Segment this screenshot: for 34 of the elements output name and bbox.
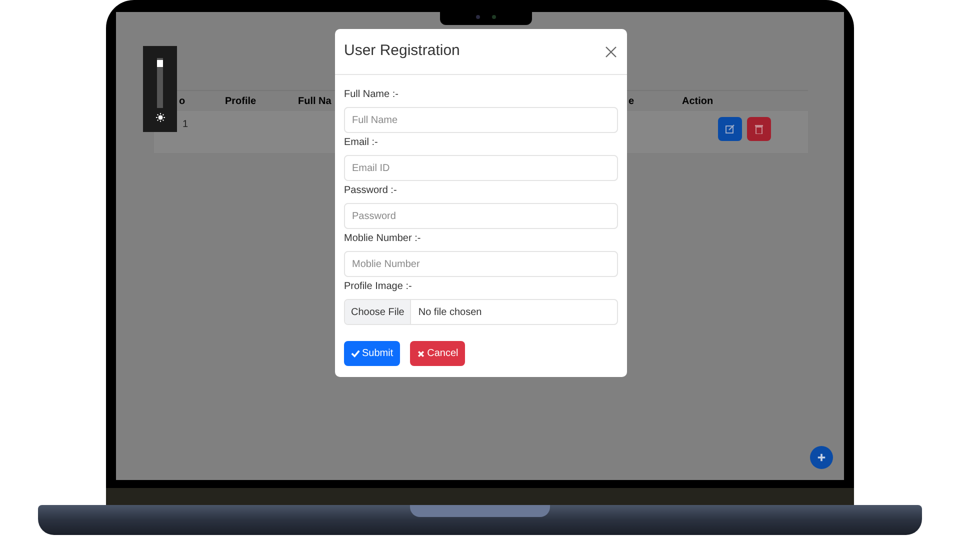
close-icon: [605, 46, 617, 58]
field-label: Password :-: [344, 184, 398, 197]
brightness-slider[interactable]: [157, 58, 163, 108]
choose-file-button[interactable]: Choose File: [345, 300, 412, 324]
edit-button[interactable]: [718, 117, 742, 141]
column-header: o: [179, 94, 186, 108]
input-field[interactable]: Full Name: [344, 107, 618, 133]
trash-icon: [755, 124, 763, 134]
input-field[interactable]: Moblie Number: [344, 251, 618, 277]
sun-icon: [156, 113, 164, 122]
edit-icon: [725, 124, 735, 134]
file-input[interactable]: Choose File No file chosen: [344, 299, 618, 325]
check-icon: [351, 349, 360, 358]
close-icon: [417, 350, 426, 358]
column-header: Profile: [224, 94, 256, 108]
input-field[interactable]: Password: [344, 203, 618, 229]
input-field[interactable]: Email ID: [344, 155, 618, 181]
add-button[interactable]: [810, 446, 833, 469]
column-header: Full Na: [298, 94, 332, 108]
close-button[interactable]: [604, 44, 618, 58]
dialog-title: User Registration: [344, 41, 460, 62]
field-label: Email :-: [344, 136, 379, 149]
cancel-button[interactable]: Cancel: [410, 341, 466, 366]
field-label: Moblie Number :-: [344, 232, 422, 245]
delete-button[interactable]: [747, 117, 771, 141]
submit-button[interactable]: Submit: [344, 341, 400, 366]
slider-thumb[interactable]: [157, 60, 163, 68]
field-label: Full Name :-: [344, 88, 400, 101]
file-status: No file chosen: [418, 306, 482, 320]
table-cell-text: 1: [182, 118, 188, 132]
plus-icon: [817, 453, 826, 462]
column-header: e: [628, 94, 634, 108]
column-header: Action: [682, 94, 714, 108]
field-label: Profile Image :-: [344, 280, 413, 293]
